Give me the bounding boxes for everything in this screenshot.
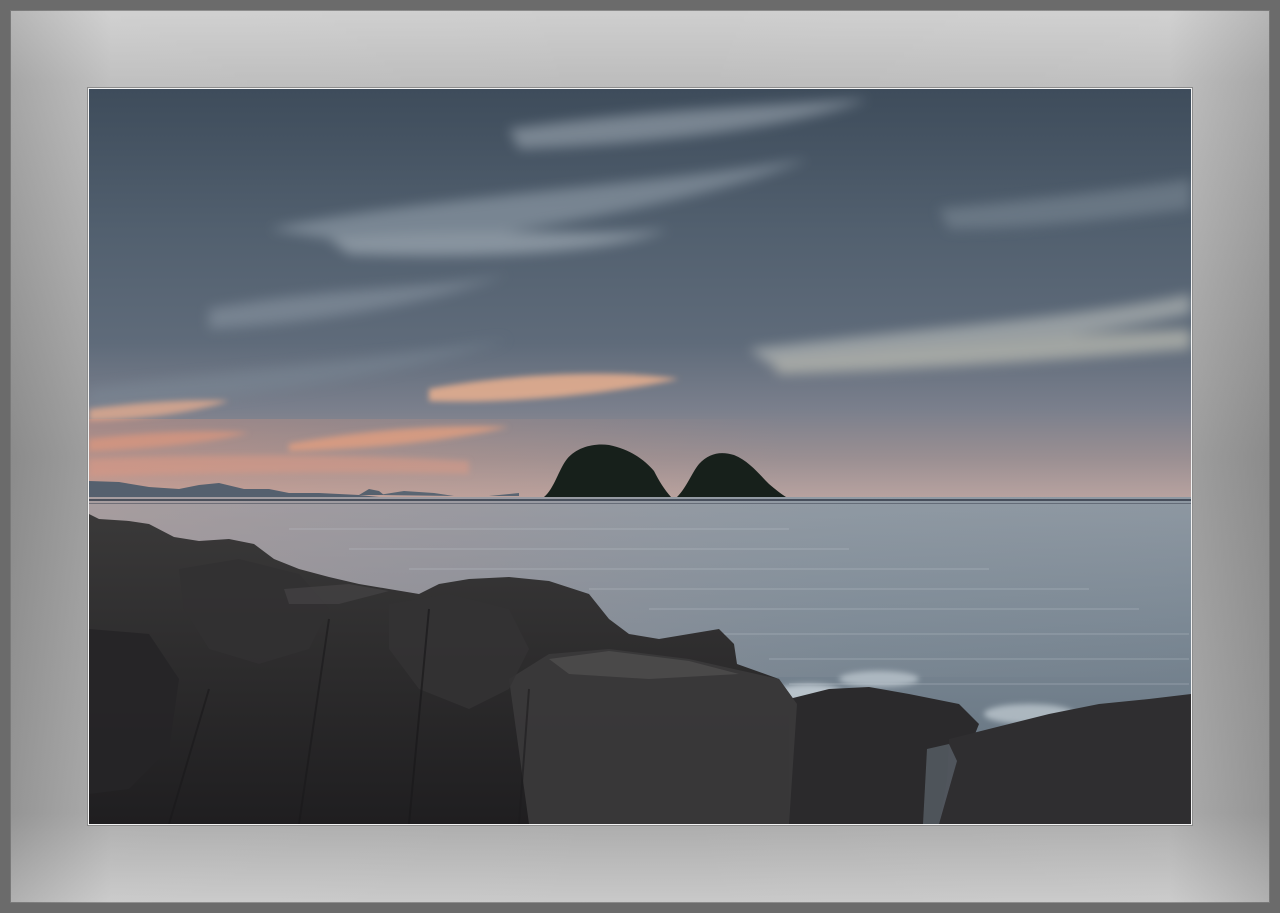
outer-frame <box>0 0 1280 913</box>
seascape-photo <box>89 89 1191 824</box>
photo <box>88 88 1192 825</box>
